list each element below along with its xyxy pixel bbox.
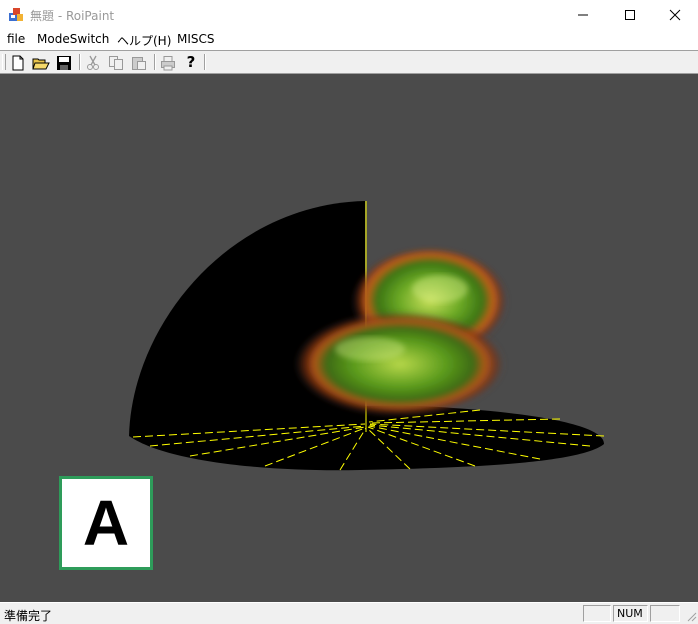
open-button[interactable] <box>31 53 51 72</box>
copy-button[interactable] <box>106 53 126 72</box>
save-icon <box>57 55 71 70</box>
print-button[interactable] <box>158 53 178 72</box>
overlay-letter: A <box>82 487 130 559</box>
menu-file[interactable]: file <box>7 32 25 46</box>
toolbar-grip[interactable] <box>2 54 6 70</box>
maximize-icon <box>625 10 635 20</box>
paste-icon <box>132 56 146 70</box>
render-viewport[interactable]: A <box>0 74 698 602</box>
new-file-button[interactable] <box>8 53 28 72</box>
open-folder-icon <box>32 58 50 69</box>
overlay-letter-badge: A <box>59 476 153 570</box>
menu-modeswitch[interactable]: ModeSwitch <box>37 32 109 46</box>
toolbar: ? <box>0 50 698 74</box>
svg-text:?: ? <box>187 54 196 71</box>
title-bar: 無題 - RoiPaint <box>0 0 698 30</box>
help-button[interactable]: ? <box>181 53 201 72</box>
minimize-button[interactable] <box>560 0 606 30</box>
status-pane-num: NUM <box>613 605 648 622</box>
menu-bar: file ModeSwitch ヘルプ(H) MISCS <box>0 30 698 50</box>
status-bar: 準備完了 NUM <box>0 602 698 623</box>
resize-grip-icon[interactable] <box>685 610 697 622</box>
toolbar-separator <box>154 54 156 70</box>
close-icon <box>669 9 681 21</box>
toolbar-separator <box>79 54 81 70</box>
toolbar-separator <box>204 54 206 70</box>
paste-button[interactable] <box>129 53 149 72</box>
roipaint-app-icon <box>9 8 23 21</box>
status-text: 準備完了 <box>4 609 53 623</box>
window-title: 無題 - RoiPaint <box>30 9 115 23</box>
menu-miscs[interactable]: MISCS <box>177 32 215 46</box>
maximize-button[interactable] <box>607 0 653 30</box>
help-icon: ? <box>187 54 196 71</box>
cut-icon <box>87 55 99 70</box>
minimize-icon <box>578 14 588 16</box>
new-file-icon <box>12 55 24 70</box>
status-pane-scroll <box>650 605 680 622</box>
save-button[interactable] <box>54 53 74 72</box>
copy-icon <box>109 55 123 70</box>
cut-button[interactable] <box>83 53 103 72</box>
print-icon <box>161 55 175 70</box>
close-button[interactable] <box>652 0 698 30</box>
status-pane-caps <box>583 605 611 622</box>
menu-help[interactable]: ヘルプ(H) <box>117 32 171 49</box>
